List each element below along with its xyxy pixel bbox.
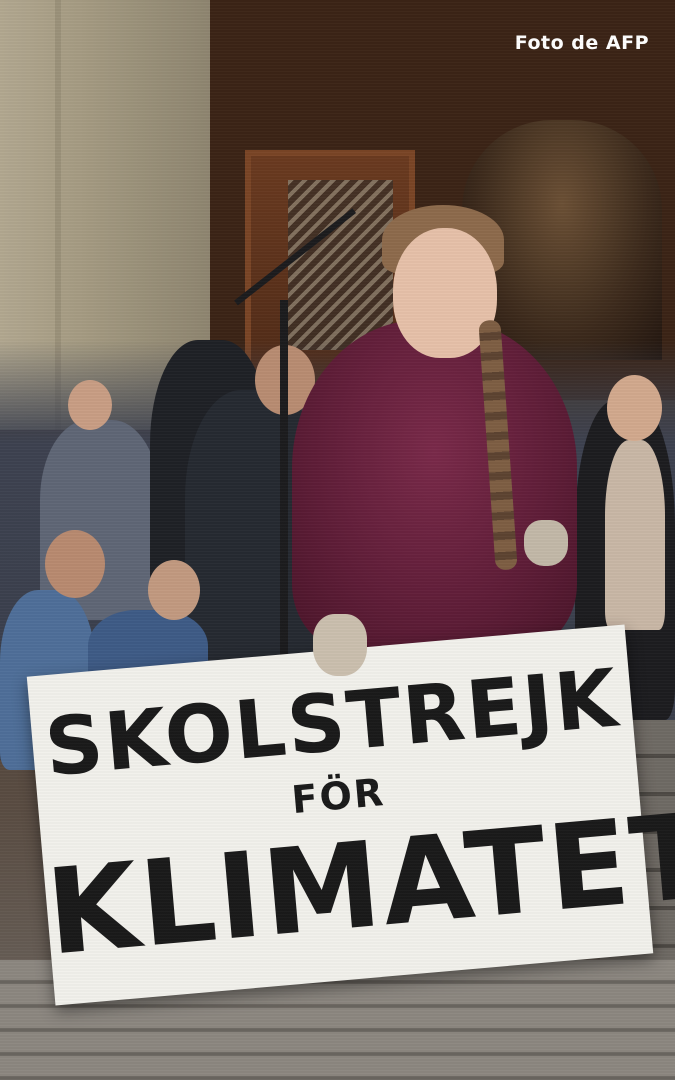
protest-sign: SKOLSTREJK FÖR KLIMATET: [26, 624, 675, 1006]
microphone-stand: [280, 300, 288, 660]
photo-frame: SKOLSTREJK FÖR KLIMATET Foto de AFP: [0, 0, 675, 1080]
girl-jacket: [292, 320, 577, 650]
crowd-person: [605, 440, 665, 630]
left-glove: [313, 614, 367, 676]
crowd-head: [148, 560, 200, 620]
crowd-head: [68, 380, 112, 430]
photo-credit: Foto de AFP: [514, 32, 649, 54]
crowd-head: [45, 530, 105, 598]
right-glove: [524, 520, 568, 566]
crowd-head: [607, 375, 662, 441]
ornamental-grille: [288, 180, 393, 350]
